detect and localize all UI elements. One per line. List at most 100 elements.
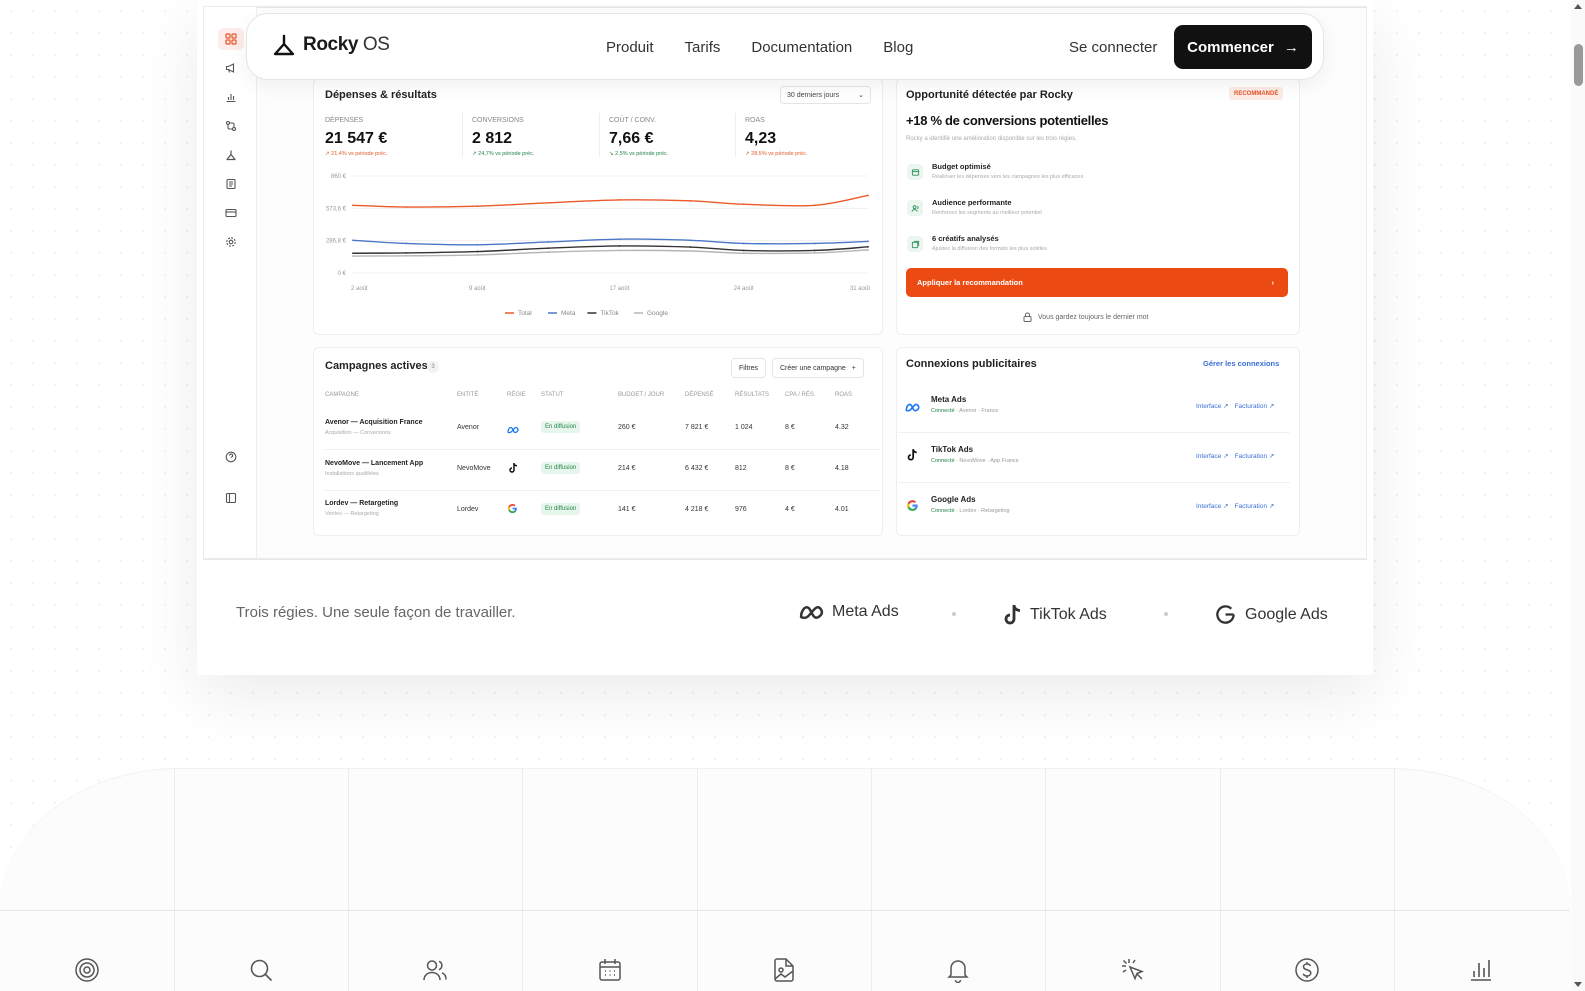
- opportunity-title: Opportunité détectée par Rocky: [906, 89, 1073, 101]
- legend-label-google: Google: [647, 310, 668, 317]
- brand-logo[interactable]: Rocky OS: [272, 34, 390, 56]
- manage-connections-link[interactable]: Gérer les connexions: [1203, 359, 1279, 368]
- opportunity-item-sub: Ajustez la diffusion des formats les plu…: [932, 246, 1047, 252]
- external-link-icon: ↗: [1223, 503, 1229, 510]
- kpi-divider: [735, 113, 736, 157]
- billing-link[interactable]: Facturation ↗: [1235, 402, 1275, 410]
- apply-recommendation-button[interactable]: Appliquer la recommandation ›: [906, 268, 1288, 297]
- campaign-sub: Ventes — Retargeting: [325, 511, 379, 517]
- billing-link[interactable]: Facturation ↗: [1235, 452, 1275, 460]
- bar-chart-icon[interactable]: [218, 86, 244, 108]
- interface-link[interactable]: Interface ↗: [1196, 402, 1229, 410]
- period-select[interactable]: 30 derniers jours ⌄: [780, 86, 871, 104]
- campaign-cpa: 8 €: [785, 465, 795, 472]
- credit-card-icon[interactable]: [218, 202, 244, 224]
- kpi-divider: [599, 113, 600, 157]
- image-file-icon: [770, 956, 798, 984]
- rocky-logo-icon: [273, 34, 295, 56]
- users-icon: [421, 956, 449, 984]
- interface-label: Interface: [1196, 503, 1222, 510]
- nav-link-produit[interactable]: Produit: [606, 39, 654, 56]
- kpi-delta: ↗ 21,4% vs période préc.: [325, 151, 388, 157]
- creatives-icon: [907, 236, 923, 252]
- campaign-sub: Acquisition — Conversions: [325, 430, 391, 436]
- scroll-down-arrow[interactable]: [1574, 982, 1582, 987]
- connection-status: Connecté · NevoMove · App France: [931, 458, 1019, 464]
- table-header: Régie: [507, 392, 526, 398]
- billing-label: Facturation: [1234, 453, 1268, 460]
- nav-link-blog[interactable]: Blog: [883, 39, 913, 56]
- scroll-up-arrow[interactable]: [1574, 4, 1582, 9]
- table-header: Statut: [541, 392, 564, 398]
- campaign-cpa: 4 €: [785, 506, 795, 513]
- campaign-name[interactable]: Avenor — Acquisition France: [325, 419, 423, 426]
- campaign-results: 976: [735, 506, 747, 513]
- chart-point-google: [476, 254, 479, 256]
- chart-point-tiktok: [867, 245, 869, 248]
- row-divider: [324, 490, 880, 491]
- nav-link-tarifs[interactable]: Tarifs: [685, 39, 721, 56]
- settings-gear-icon[interactable]: [218, 231, 244, 253]
- campaign-name[interactable]: NevoMove — Lancement App: [325, 460, 423, 467]
- kpi-value: 7,66 €: [609, 130, 654, 147]
- megaphone-icon[interactable]: [218, 57, 244, 79]
- rocky-logo-icon[interactable]: [218, 144, 244, 166]
- kpi-label: Conversions: [472, 117, 524, 124]
- billing-link[interactable]: Facturation ↗: [1235, 502, 1275, 510]
- kpi-delta: ↘ 2,5% vs période préc.: [609, 151, 669, 157]
- collapse-sidebar-icon[interactable]: [218, 487, 244, 509]
- bar-chart-icon: [1467, 956, 1495, 984]
- tiktok-icon: [1004, 604, 1021, 625]
- connections-title: Connexions publicitaires: [906, 358, 1037, 370]
- connection-links: Interface ↗ Facturation ↗: [1196, 402, 1274, 410]
- spend-card-title: Dépenses & résultats: [325, 89, 437, 101]
- campaign-name[interactable]: Lordev — Retargeting: [325, 500, 398, 507]
- trust-tagline: Trois régies. Une seule façon de travail…: [236, 604, 516, 621]
- documents-icon[interactable]: [218, 173, 244, 195]
- campaign-results: 1 024: [735, 424, 753, 431]
- billing-label: Facturation: [1234, 403, 1268, 410]
- external-link-icon: ↗: [1223, 453, 1229, 460]
- opportunity-item-title: Budget optimisé: [932, 162, 991, 171]
- nav-link-documentation[interactable]: Documentation: [751, 39, 852, 56]
- chart-point-total: [689, 199, 692, 202]
- separator-dot: [952, 612, 956, 616]
- final-say-text: Vous gardez toujours le dernier mot: [1038, 313, 1149, 321]
- arrow-right-icon: →: [1283, 38, 1299, 56]
- grid-line: [1220, 769, 1221, 991]
- create-campaign-button[interactable]: Créer une campagne +: [772, 358, 864, 378]
- chart-point-meta: [405, 242, 408, 245]
- table-header: Budget / jour: [618, 392, 665, 398]
- dashboard-icon[interactable]: [218, 28, 244, 50]
- filters-button[interactable]: Filtres: [731, 358, 767, 378]
- billing-label: Facturation: [1234, 503, 1268, 510]
- interface-link[interactable]: Interface ↗: [1196, 452, 1229, 460]
- external-link-icon: ↗: [1223, 403, 1229, 410]
- top-navbar: Rocky OS Produit Tarifs Documentation Bl…: [246, 13, 1324, 80]
- connection-divider: [898, 482, 1290, 483]
- chart-point-total: [352, 204, 354, 207]
- table-header: Entité: [457, 392, 479, 398]
- chart-point-meta: [742, 242, 745, 245]
- login-link[interactable]: Se connecter: [1069, 39, 1157, 56]
- opportunity-item-sub: Réallouer les dépenses vers les campagne…: [932, 174, 1084, 180]
- chart-point-total: [813, 204, 816, 207]
- kpi-value: 4,23: [745, 130, 777, 147]
- legend-label-tiktok: TikTok: [600, 310, 619, 317]
- chart-x-tick: 9 août: [469, 286, 486, 292]
- page-scrollbar[interactable]: [1571, 0, 1585, 991]
- scroll-thumb[interactable]: [1574, 44, 1583, 86]
- campaign-spent: 6 432 €: [685, 465, 709, 472]
- apply-recommendation-label: Appliquer la recommandation: [917, 278, 1023, 287]
- interface-link[interactable]: Interface ↗: [1196, 502, 1229, 510]
- interface-label: Interface: [1196, 403, 1222, 410]
- chart-point-meta: [618, 238, 621, 241]
- tiktok-ads-logo: TikTok Ads: [1002, 603, 1107, 627]
- help-icon[interactable]: [218, 446, 244, 468]
- flow-icon[interactable]: [218, 115, 244, 137]
- get-started-button[interactable]: Commencer →: [1174, 25, 1312, 69]
- chart-point-tiktok: [476, 250, 479, 253]
- chevron-right-icon: ›: [1271, 278, 1275, 287]
- chart-point-google: [405, 254, 408, 257]
- budget-icon: [907, 164, 923, 180]
